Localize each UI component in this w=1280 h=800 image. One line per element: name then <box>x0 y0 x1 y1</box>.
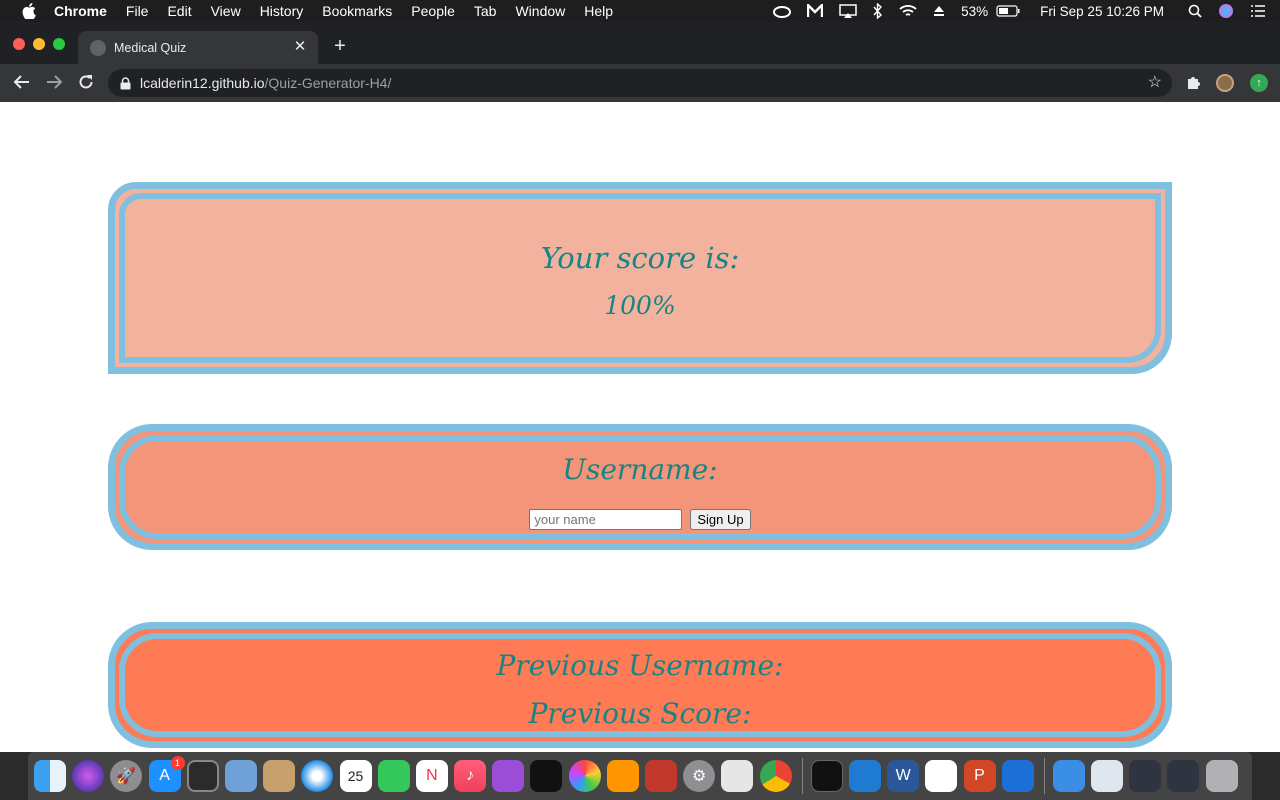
powerpoint-icon[interactable]: P <box>963 760 996 792</box>
status-area: 53% Fri Sep 25 10:26 PM <box>765 0 1280 22</box>
dock: 🚀 A1 25 N ♪ ⚙ W P <box>28 752 1252 800</box>
apple-icon[interactable] <box>20 2 38 20</box>
vscode-icon[interactable] <box>848 760 881 792</box>
tab-medical-quiz[interactable]: Medical Quiz ✕ <box>78 31 318 64</box>
window-thumbnail-icon[interactable] <box>1091 760 1124 792</box>
close-tab-icon[interactable]: ✕ <box>292 39 308 55</box>
globe-icon <box>90 39 106 56</box>
slack-icon[interactable] <box>925 760 958 792</box>
siri-app-icon[interactable] <box>72 760 105 792</box>
fullscreen-window-button[interactable] <box>53 38 65 50</box>
page-viewport: Your score is: 100% Username: Sign Up Pr… <box>0 102 1280 752</box>
score-heading: Your score is: <box>540 241 740 275</box>
previous-card: Previous Username: Previous Score: <box>108 622 1172 748</box>
m-app-icon[interactable] <box>807 4 824 18</box>
forward-arrow-icon[interactable] <box>44 73 64 93</box>
previous-score-label: Previous Score: <box>528 697 752 730</box>
dock-separator <box>801 758 803 794</box>
minimize-window-button[interactable] <box>33 38 45 50</box>
siri-icon[interactable] <box>1218 3 1234 19</box>
reload-icon[interactable] <box>76 73 96 93</box>
menu-help[interactable]: Help <box>584 3 613 19</box>
podcasts-icon[interactable] <box>492 760 525 792</box>
photo-booth-icon[interactable] <box>645 760 677 792</box>
username-heading: Username: <box>562 453 718 486</box>
address-bar[interactable]: lcalderin12.github.io/Quiz-Generator-H4/… <box>108 69 1172 97</box>
news-icon[interactable]: N <box>415 760 448 792</box>
trash-icon[interactable] <box>1205 760 1238 792</box>
menu-bar: Chrome File Edit View History Bookmarks … <box>0 0 1280 22</box>
dock-separator-2 <box>1043 758 1045 794</box>
maps-icon[interactable] <box>721 760 754 792</box>
airplay-icon[interactable] <box>839 4 857 18</box>
lock-icon[interactable] <box>120 76 132 90</box>
creative-cloud-icon[interactable] <box>773 4 792 18</box>
close-window-button[interactable] <box>13 38 25 50</box>
menu-app-chrome[interactable]: Chrome <box>54 3 107 19</box>
signup-form: Sign Up <box>115 509 1165 530</box>
launchpad-icon[interactable]: 🚀 <box>110 760 143 792</box>
app-store-icon[interactable]: A1 <box>148 756 185 792</box>
preview-icon[interactable] <box>224 760 257 792</box>
update-available-icon[interactable]: ↑ <box>1250 74 1268 92</box>
menu-window[interactable]: Window <box>515 3 565 19</box>
system-preferences-icon[interactable]: ⚙ <box>683 760 716 792</box>
extensions-puzzle-icon[interactable] <box>1185 74 1203 92</box>
app-store-badge: 1 <box>170 756 185 770</box>
tab-title: Medical Quiz <box>114 40 187 55</box>
eject-icon[interactable] <box>933 5 945 17</box>
facetime-icon[interactable] <box>377 760 410 792</box>
sign-up-button[interactable]: Sign Up <box>690 509 751 530</box>
new-tab-icon[interactable]: + <box>330 36 350 56</box>
calendar-icon[interactable]: 25 <box>339 760 372 792</box>
menu-tab[interactable]: Tab <box>474 3 497 19</box>
clock[interactable]: Fri Sep 25 10:26 PM <box>1040 4 1164 19</box>
previous-username-label: Previous Username: <box>496 649 784 682</box>
music-icon[interactable]: ♪ <box>454 760 487 792</box>
safari-icon[interactable] <box>301 760 334 792</box>
menu-view[interactable]: View <box>211 3 241 19</box>
photos-icon[interactable] <box>568 760 601 792</box>
control-center-icon[interactable] <box>1250 4 1266 18</box>
tab-strip: Medical Quiz ✕ + <box>0 22 1280 64</box>
bookmark-star-icon[interactable]: ☆ <box>1148 74 1162 92</box>
score-card-inner-border <box>119 193 1161 363</box>
url-host: lcalderin12.github.io <box>140 75 265 91</box>
score-value: 100% <box>604 291 676 320</box>
xcode-icon[interactable] <box>1001 760 1034 792</box>
battery-icon[interactable] <box>996 5 1020 17</box>
books-icon[interactable] <box>606 760 639 792</box>
mission-control-icon[interactable] <box>186 760 219 792</box>
score-card: Your score is: 100% <box>108 182 1172 374</box>
profile-avatar[interactable] <box>1216 74 1234 92</box>
word-icon[interactable]: W <box>887 760 920 792</box>
menu-bookmarks[interactable]: Bookmarks <box>322 3 392 19</box>
browser-toolbar: lcalderin12.github.io/Quiz-Generator-H4/… <box>0 64 1280 102</box>
folder-icon[interactable] <box>1052 760 1085 792</box>
chrome-icon[interactable] <box>759 760 792 792</box>
username-card: Username: Sign Up <box>108 424 1172 550</box>
battery-percent: 53% <box>961 3 989 19</box>
window-thumbnail-2-icon[interactable] <box>1129 760 1162 792</box>
menu-edit[interactable]: Edit <box>167 3 191 19</box>
bluetooth-icon[interactable] <box>873 3 883 19</box>
menu-file[interactable]: File <box>126 3 149 19</box>
terminal-icon[interactable] <box>810 760 843 792</box>
menu-history[interactable]: History <box>260 3 304 19</box>
url-path: /Quiz-Generator-H4/ <box>264 75 392 91</box>
wifi-icon[interactable] <box>899 4 917 18</box>
back-arrow-icon[interactable] <box>12 73 32 93</box>
window-thumbnail-3-icon[interactable] <box>1167 760 1200 792</box>
username-input[interactable] <box>529 509 683 530</box>
menu-people[interactable]: People <box>411 3 455 19</box>
contacts-icon[interactable] <box>263 760 296 792</box>
calendar-day: 25 <box>347 768 364 784</box>
apple-tv-icon[interactable] <box>530 760 563 792</box>
finder-icon[interactable] <box>34 760 66 792</box>
spotlight-icon[interactable] <box>1188 4 1202 18</box>
